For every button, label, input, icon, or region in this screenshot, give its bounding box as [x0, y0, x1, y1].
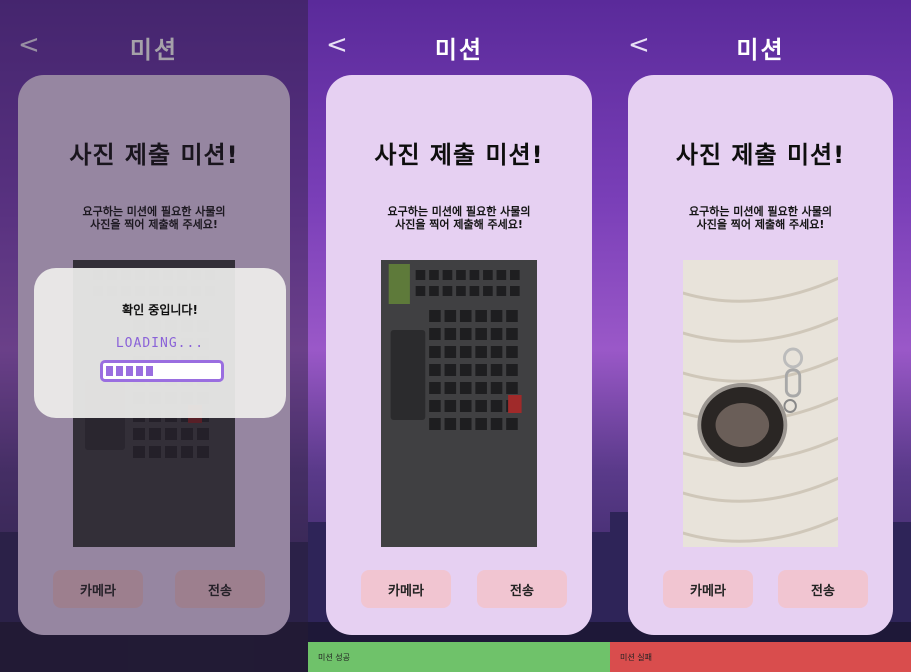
page-title: 미션 [434, 36, 484, 64]
app-header: < 미션 [610, 0, 911, 75]
camera-button[interactable]: 카메라 [361, 570, 451, 608]
progress-segment [146, 366, 153, 376]
toast-text: 미션 실패 [620, 653, 652, 662]
description-line-2: 사진을 찍어 제출해 주세요! [696, 218, 825, 231]
mission-screen-success: < 미션 사진 제출 미션! 요구하는 미션에 필요한 사물의 사진을 찍어 제… [308, 0, 610, 672]
progress-segment [116, 366, 123, 376]
loading-label: LOADING... [115, 336, 205, 351]
keychain-photo [683, 260, 838, 547]
fail-toast: 미션 실패 [610, 642, 911, 672]
loading-modal: 확인 중입니다! LOADING... [34, 268, 286, 418]
loading-progress-bar [100, 360, 224, 382]
app-header: < 미션 [308, 0, 610, 75]
page-title: 미션 [736, 36, 785, 64]
progress-segment [106, 366, 113, 376]
progress-segment [126, 366, 133, 376]
loading-message: 확인 중입니다! [122, 303, 198, 317]
mission-description: 요구하는 미션에 필요한 사물의 사진을 찍어 제출해 주세요! [648, 205, 873, 231]
camera-button[interactable]: 카메라 [663, 570, 753, 608]
mission-card: 사진 제출 미션! 요구하는 미션에 필요한 사물의 사진을 찍어 제출해 주세… [628, 75, 893, 635]
progress-segment [136, 366, 143, 376]
send-button[interactable]: 전송 [778, 570, 868, 608]
mission-screen-loading: < 미션 사진 제출 미션! 요구하는 미션에 필요한 사물의 사진을 찍어 제… [0, 0, 308, 672]
mission-card: 사진 제출 미션! 요구하는 미션에 필요한 사물의 사진을 찍어 제출해 주세… [326, 75, 592, 635]
mission-heading: 사진 제출 미션! [675, 141, 846, 169]
description-line-1: 요구하는 미션에 필요한 사물의 [387, 205, 531, 218]
mission-screen-fail: < 미션 사진 제출 미션! 요구하는 미션에 필요한 사물의 사진을 찍어 제… [610, 0, 911, 672]
description-line-1: 요구하는 미션에 필요한 사물의 [688, 205, 833, 218]
send-button[interactable]: 전송 [477, 570, 567, 608]
mission-heading: 사진 제출 미션! [374, 141, 544, 169]
mission-description: 요구하는 미션에 필요한 사물의 사진을 찍어 제출해 주세요! [346, 205, 572, 231]
screenshot-row: < 미션 사진 제출 미션! 요구하는 미션에 필요한 사물의 사진을 찍어 제… [0, 0, 911, 672]
keyboard-photo [381, 260, 537, 547]
progress-fill [106, 366, 156, 376]
toast-text: 미션 성공 [318, 653, 350, 662]
success-toast: 미션 성공 [308, 642, 610, 672]
description-line-2: 사진을 찍어 제출해 주세요! [395, 218, 523, 231]
